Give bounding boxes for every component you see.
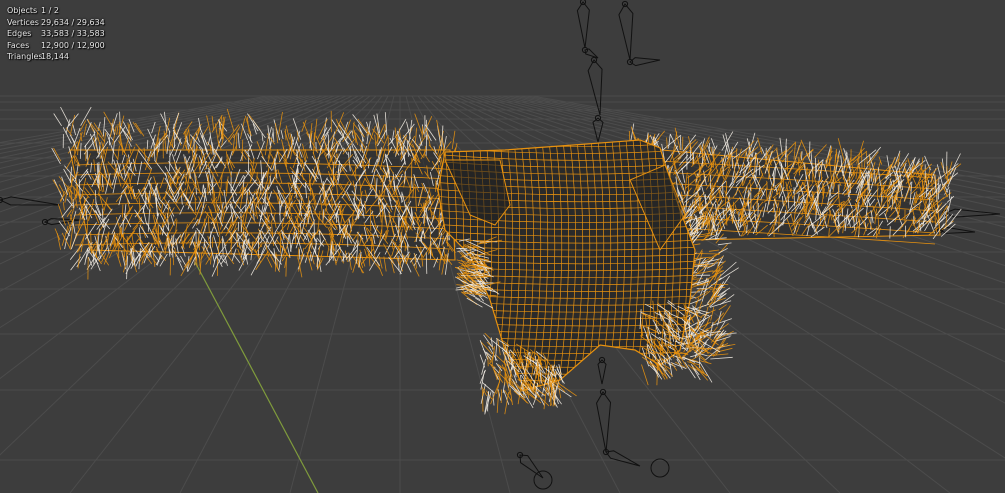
fur-strand — [495, 338, 498, 361]
wire-edge — [430, 399, 700, 402]
fur-strand — [710, 356, 733, 360]
stat-label: Vertices — [7, 17, 39, 27]
fur-left-sleeve[interactable] — [51, 106, 462, 280]
bone — [629, 57, 661, 67]
fur-strand — [77, 253, 81, 269]
y-axis-line — [194, 261, 319, 493]
fur-strand — [718, 304, 727, 311]
fur-strand — [710, 307, 715, 321]
wire-edge — [430, 406, 700, 409]
fur-strand — [70, 232, 78, 250]
3d-viewport[interactable]: Objects 1 / 2 Vertices 29,634 / 29,634 E… — [0, 0, 1005, 493]
fur-strand — [383, 256, 387, 272]
fur-strand — [289, 194, 291, 211]
fur-strand — [198, 253, 201, 268]
bone — [597, 359, 607, 385]
fur-strand — [62, 201, 65, 211]
fur-strand — [184, 251, 196, 268]
fur-strand — [122, 204, 124, 218]
fur-strand — [486, 341, 495, 350]
stat-row-triangles: Triangles 18,144 — [7, 51, 105, 63]
stat-value: 1 / 2 — [41, 6, 59, 15]
fur-strand — [292, 118, 302, 140]
fur-strand — [679, 136, 682, 150]
fur-strand — [499, 370, 501, 383]
fur-strand — [479, 354, 486, 368]
fur-strand — [198, 239, 200, 251]
stat-row-objects: Objects 1 / 2 — [7, 5, 105, 17]
fur-strand — [67, 188, 72, 200]
bone-joint — [533, 470, 553, 490]
stat-value: 18,144 — [41, 52, 69, 61]
stat-row-faces: Faces 12,900 / 12,900 — [7, 40, 105, 52]
fur-strand — [708, 249, 720, 252]
fur-strand — [238, 255, 248, 271]
fur-strand — [96, 131, 98, 141]
fur-strand — [207, 136, 211, 146]
bone — [519, 454, 544, 479]
stat-value: 29,634 / 29,634 — [41, 17, 105, 27]
stat-row-vertices: Vertices 29,634 / 29,634 — [7, 17, 105, 29]
fur-strand — [357, 118, 370, 135]
fur-strand — [146, 139, 149, 150]
fur-strand — [404, 242, 406, 252]
fur-strand — [718, 267, 739, 281]
fur-strand — [391, 130, 395, 144]
fur-strand — [250, 256, 262, 276]
fur-strand — [402, 123, 415, 139]
stat-row-edges: Edges 33,583 / 33,583 — [7, 28, 105, 40]
fur-strand — [938, 176, 940, 200]
bone-joint — [650, 458, 670, 478]
stat-label: Faces — [7, 40, 30, 50]
stat-label: Edges — [7, 29, 32, 38]
fur-strand — [240, 213, 242, 233]
fur-strand — [394, 119, 407, 138]
bone — [618, 3, 634, 61]
fur-strand — [462, 272, 474, 275]
fur-strand — [313, 219, 315, 238]
fur-strand — [473, 275, 492, 278]
bone — [605, 450, 641, 467]
fur-strand — [717, 242, 732, 246]
fur-strand — [53, 113, 62, 127]
fur-strand — [104, 132, 107, 142]
bone — [576, 1, 590, 49]
bone — [596, 391, 612, 453]
fur-strand — [256, 172, 258, 181]
stat-label: Objects — [7, 6, 38, 15]
fur-strand — [212, 253, 217, 268]
fur-strand — [173, 234, 175, 245]
fur-strand — [513, 390, 529, 404]
stat-label: Triangles — [7, 52, 43, 61]
fur-strand — [425, 134, 427, 157]
fur-strand — [861, 149, 863, 169]
bone — [943, 208, 1001, 218]
fur-strand — [691, 228, 701, 230]
stat-value: 12,900 / 12,900 — [41, 40, 105, 50]
bone — [584, 48, 599, 59]
statistics-overlay: Objects 1 / 2 Vertices 29,634 / 29,634 E… — [7, 5, 105, 63]
fur-strand — [327, 134, 330, 159]
fur-strand — [84, 248, 89, 265]
fur-strand — [264, 193, 266, 215]
stat-value: 33,583 / 33,583 — [41, 29, 105, 38]
fur-strand — [889, 226, 891, 239]
fur-strand — [752, 148, 754, 157]
fur-strand — [496, 390, 500, 413]
fur-strand — [421, 126, 424, 140]
fur-strand — [266, 256, 273, 268]
viewport-scene[interactable] — [0, 0, 1005, 493]
fur-strand — [941, 158, 945, 173]
wire-edge — [438, 377, 695, 382]
bone — [0, 196, 61, 206]
